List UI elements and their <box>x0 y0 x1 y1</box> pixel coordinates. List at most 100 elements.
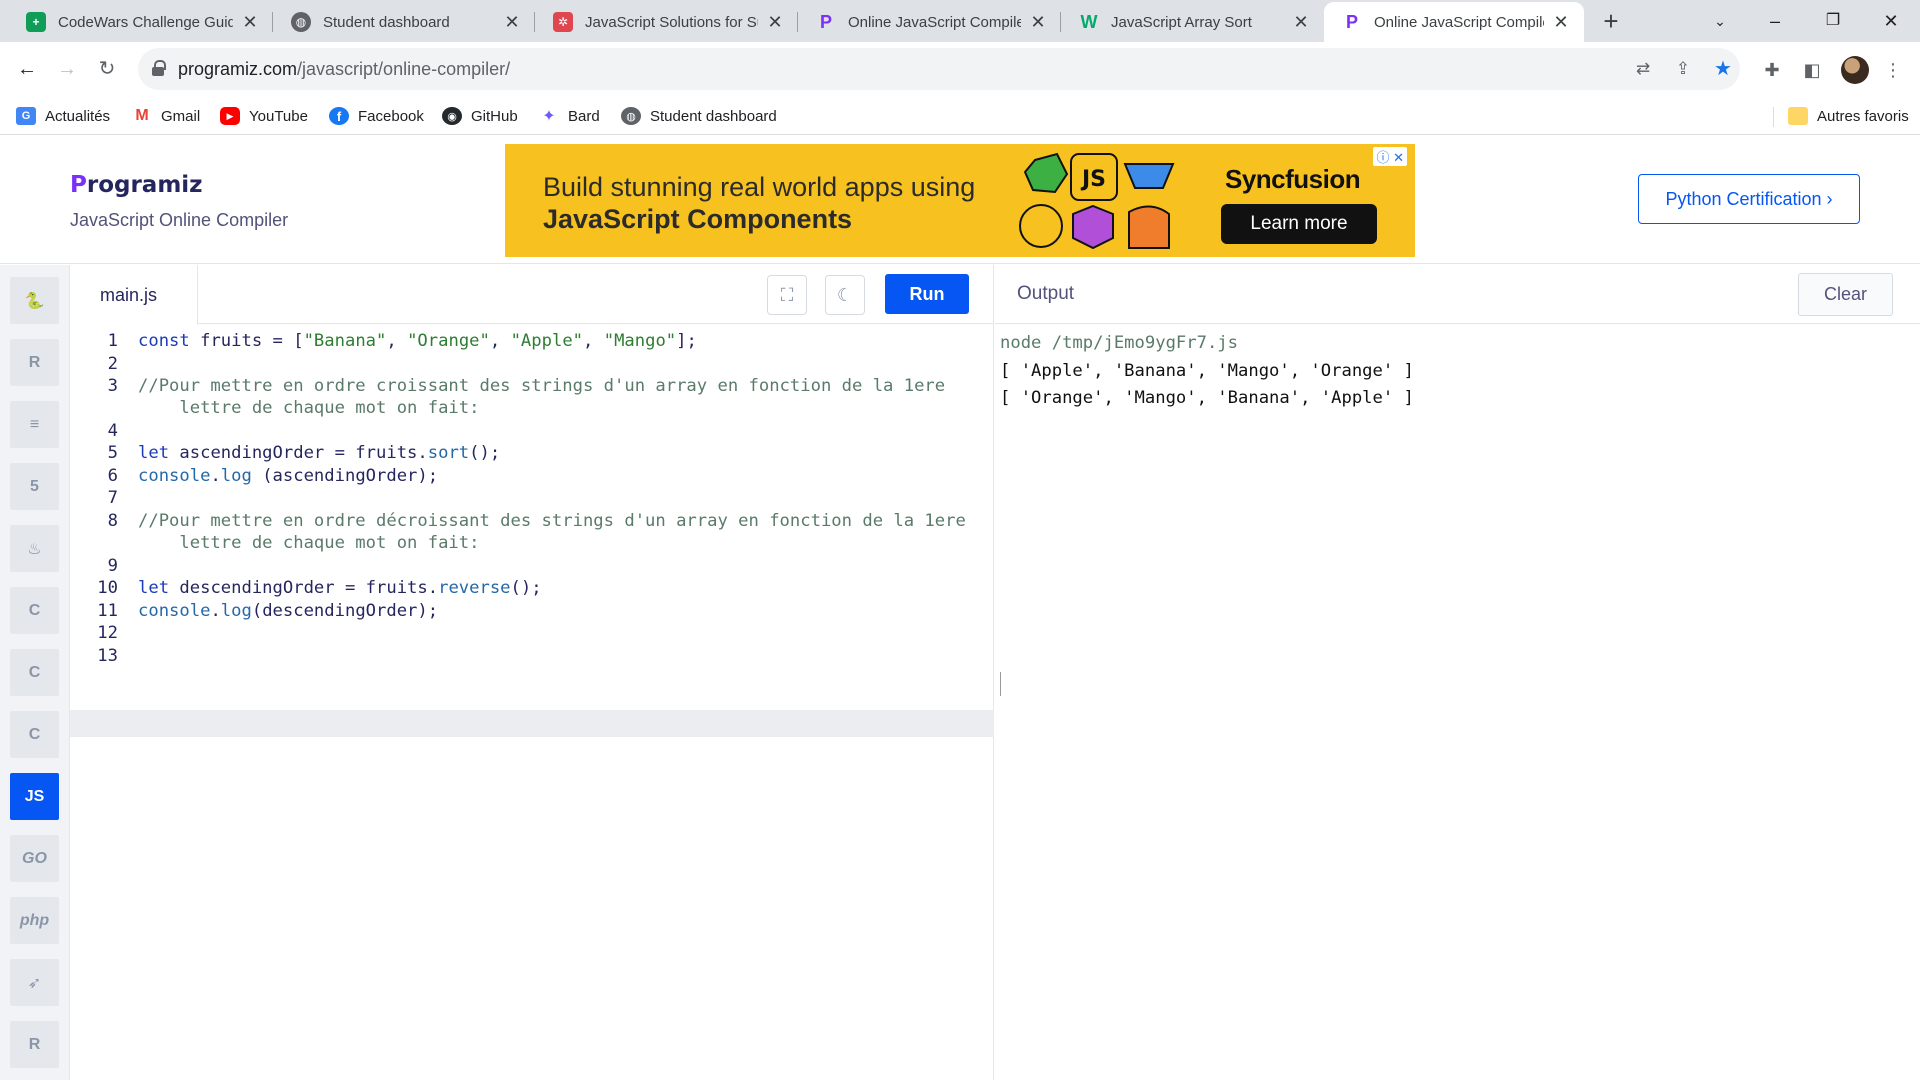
line-number: 9 <box>107 556 118 576</box>
bookmark-label: Student dashboard <box>650 107 777 125</box>
language-php-button[interactable]: php <box>10 897 59 944</box>
profile-avatar[interactable] <box>1841 56 1869 84</box>
ad-components-illustration: JS <box>1019 152 1175 250</box>
minimize-button[interactable]: – <box>1750 4 1800 38</box>
close-tab-icon[interactable]: ✕ <box>241 12 259 33</box>
language-python-button[interactable]: 🐍 <box>10 277 59 324</box>
output-panel: Output Clear node /tmp/jEmo9ygFr7.js [ '… <box>995 265 1920 1080</box>
language-cpp-button[interactable]: C <box>10 649 59 696</box>
tab-title: Online JavaScript Compiler <box>848 13 1021 31</box>
share-icon[interactable]: ⇪ <box>1672 58 1694 80</box>
python-icon: 🐍 <box>24 292 45 310</box>
reload-button[interactable]: ↻ <box>90 52 124 86</box>
close-tab-icon[interactable]: ✕ <box>503 12 521 33</box>
browser-tab-active[interactable]: P Online JavaScript Compiler ✕ <box>1324 2 1584 42</box>
language-rust-button[interactable]: R <box>10 1021 59 1068</box>
close-tab-icon[interactable]: ✕ <box>766 12 784 33</box>
translate-icon[interactable]: ⇄ <box>1632 58 1654 80</box>
browser-tab[interactable]: W JavaScript Array Sort ✕ <box>1061 2 1324 42</box>
terminal-output-line: [ 'Orange', 'Mango', 'Banana', 'Apple' ] <box>1000 388 1414 408</box>
programiz-icon: P <box>819 11 832 32</box>
ad-brand: Syncfusion <box>1225 164 1361 194</box>
bookmark-facebook[interactable]: f Facebook <box>329 105 424 127</box>
language-js-button[interactable]: JS <box>10 773 59 820</box>
language-sql-button[interactable]: ≡ <box>10 401 59 448</box>
language-html-button[interactable]: 5 <box>10 463 59 510</box>
lock-icon <box>152 60 166 76</box>
language-r-button[interactable]: R <box>10 339 59 386</box>
line-number: 5 <box>107 443 118 463</box>
ad-close-icon[interactable]: ⓘ ✕ <box>1373 147 1407 166</box>
bard-icon: ✦ <box>542 108 556 125</box>
globe-icon: ◍ <box>291 12 311 32</box>
active-line-highlight <box>70 710 994 737</box>
browser-toolbar: ← → ↻ programiz.com/javascript/online-co… <box>0 42 1920 97</box>
code-line-8: //Pour mettre en ordre décroissant des s… <box>138 511 966 531</box>
extensions-icon[interactable]: ✚ <box>1759 57 1785 83</box>
bookmark-youtube[interactable]: ▶ YouTube <box>220 105 308 127</box>
terminal-cursor <box>1000 672 1001 696</box>
side-panel-icon[interactable]: ◧ <box>1799 57 1825 83</box>
code-line-8-wrap: lettre de chaque mot on fait: <box>138 533 480 553</box>
restore-button[interactable]: ❐ <box>1808 4 1858 38</box>
menu-icon[interactable]: ⋮ <box>1880 57 1906 83</box>
bookmark-bard[interactable]: ✦ Bard <box>539 105 600 127</box>
ad-learn-more-button[interactable]: Learn more <box>1221 204 1377 244</box>
dark-mode-icon[interactable]: ☾ <box>825 275 865 315</box>
fullscreen-icon[interactable]: ⛶ <box>767 275 807 315</box>
language-swift-button[interactable]: ➶ <box>10 959 59 1006</box>
bookmarks-bar: G Actualités M Gmail ▶ YouTube f Faceboo… <box>0 97 1920 135</box>
line-number: 1 <box>107 331 118 351</box>
browser-tab[interactable]: P Online JavaScript Compiler ✕ <box>798 2 1061 42</box>
language-csharp-button[interactable]: C <box>10 711 59 758</box>
run-button[interactable]: Run <box>885 274 969 314</box>
browser-tab[interactable]: ◍ Student dashboard ✕ <box>273 2 535 42</box>
youtube-icon: ▶ <box>220 107 240 125</box>
back-button[interactable]: ← <box>10 52 44 86</box>
browser-tab[interactable]: ✲ JavaScript Solutions for Sum ✕ <box>535 2 798 42</box>
language-java-button[interactable]: ♨ <box>10 525 59 572</box>
line-number: 12 <box>97 623 118 643</box>
openai-icon: ✲ <box>553 12 573 32</box>
close-window-button[interactable]: ✕ <box>1866 4 1916 38</box>
clear-button[interactable]: Clear <box>1798 273 1893 316</box>
other-bookmarks[interactable]: Autres favoris <box>1788 105 1909 127</box>
terminal-command-line: node /tmp/jEmo9ygFr7.js <box>1000 333 1238 353</box>
programiz-logo[interactable]: Programiz <box>70 172 203 198</box>
line-number: 2 <box>107 354 118 374</box>
programiz-icon: P <box>1345 11 1358 32</box>
bookmark-label: Bard <box>568 107 600 125</box>
bookmark-student-dashboard[interactable]: ◍ Student dashboard <box>621 105 777 127</box>
close-tab-icon[interactable]: ✕ <box>1552 12 1570 33</box>
browser-tab-strip: + CodeWars Challenge Guide ✕ ◍ Student d… <box>0 0 1920 42</box>
bookmark-gmail[interactable]: M Gmail <box>132 105 200 127</box>
ad-headline-bold: JavaScript Components <box>543 204 853 234</box>
language-go-button[interactable]: GO <box>10 835 59 882</box>
news-icon: G <box>16 107 36 125</box>
bookmark-label: GitHub <box>471 107 518 125</box>
bookmark-github[interactable]: ◉ GitHub <box>442 105 518 127</box>
language-c-button[interactable]: C <box>10 587 59 634</box>
tab-search-icon[interactable]: ⌄ <box>1695 4 1745 38</box>
bookmark-star-icon[interactable]: ★ <box>1712 58 1734 80</box>
java-icon: ♨ <box>27 540 42 558</box>
code-editor-panel: main.js ⛶ ☾ Run 1 2 3 4 5 6 7 8 9 10 11 12 13 const … <box>70 265 994 1080</box>
bookmark-actualites[interactable]: G Actualités <box>16 105 110 127</box>
editor-header: main.js ⛶ ☾ Run <box>70 265 994 325</box>
browser-tab[interactable]: + CodeWars Challenge Guide ✕ <box>8 2 273 42</box>
close-tab-icon[interactable]: ✕ <box>1029 12 1047 33</box>
forward-button[interactable]: → <box>50 52 84 86</box>
php-icon: php <box>19 911 50 929</box>
new-tab-button[interactable]: + <box>1596 6 1626 36</box>
code-line-6: console.log (ascendingOrder); <box>138 466 439 486</box>
close-tab-icon[interactable]: ✕ <box>1292 12 1310 33</box>
code-line-3-wrap: lettre de chaque mot on fait: <box>138 398 480 418</box>
ad-banner[interactable]: Build stunning real world apps using Jav… <box>505 144 1415 257</box>
page-subtitle: JavaScript Online Compiler <box>70 210 289 230</box>
python-certification-button[interactable]: Python Certification › <box>1638 174 1860 224</box>
file-tab[interactable]: main.js <box>70 265 198 325</box>
address-bar[interactable]: programiz.com/javascript/online-compiler… <box>138 48 1740 90</box>
sql-icon: ≡ <box>29 415 40 433</box>
line-number: 6 <box>107 466 118 486</box>
tab-title: CodeWars Challenge Guide <box>58 13 233 31</box>
